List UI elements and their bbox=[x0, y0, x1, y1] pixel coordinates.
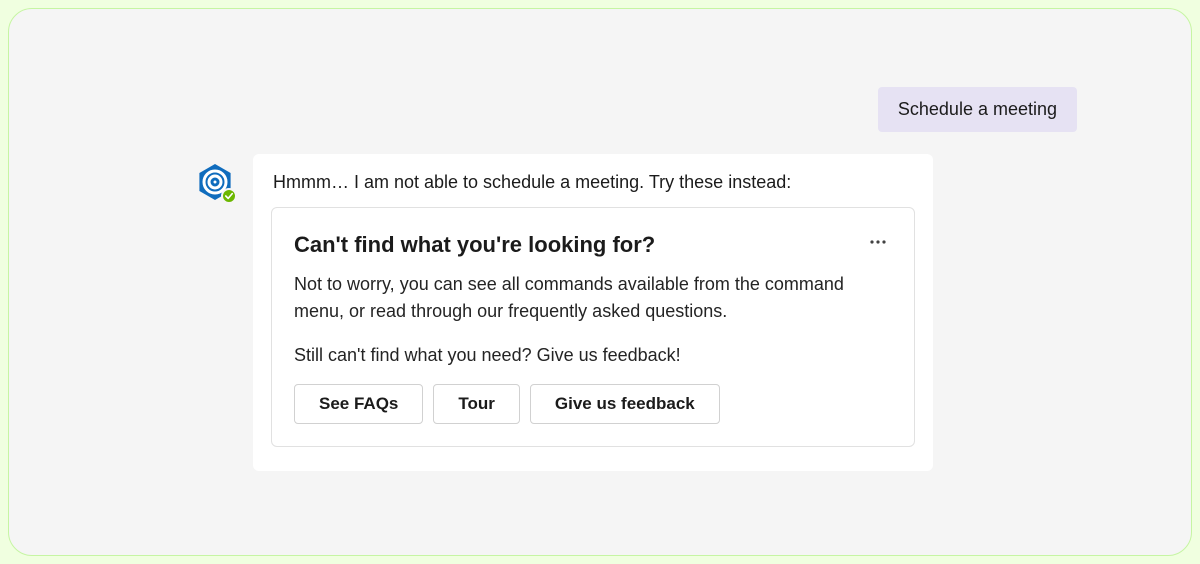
give-feedback-button[interactable]: Give us feedback bbox=[530, 384, 720, 424]
card-subtext: Still can't find what you need? Give us … bbox=[294, 345, 892, 366]
card-actions: See FAQs Tour Give us feedback bbox=[294, 384, 892, 424]
card-description: Not to worry, you can see all commands a… bbox=[294, 271, 892, 325]
tour-button[interactable]: Tour bbox=[433, 384, 520, 424]
bot-message-row: Hmmm… I am not able to schedule a meetin… bbox=[195, 154, 933, 471]
more-options-icon[interactable] bbox=[864, 228, 892, 261]
presence-available-icon bbox=[221, 188, 237, 204]
bot-avatar bbox=[195, 162, 235, 202]
help-card: Can't find what you're looking for? Not … bbox=[271, 207, 915, 447]
chat-frame: Schedule a meeting Hmmm… I am not able t… bbox=[8, 8, 1192, 556]
card-header: Can't find what you're looking for? bbox=[294, 228, 892, 261]
user-message-text: Schedule a meeting bbox=[898, 99, 1057, 119]
see-faqs-button[interactable]: See FAQs bbox=[294, 384, 423, 424]
bot-message-bubble: Hmmm… I am not able to schedule a meetin… bbox=[253, 154, 933, 471]
card-title: Can't find what you're looking for? bbox=[294, 232, 655, 258]
user-message-bubble: Schedule a meeting bbox=[878, 87, 1077, 132]
bot-intro-text: Hmmm… I am not able to schedule a meetin… bbox=[271, 172, 915, 193]
